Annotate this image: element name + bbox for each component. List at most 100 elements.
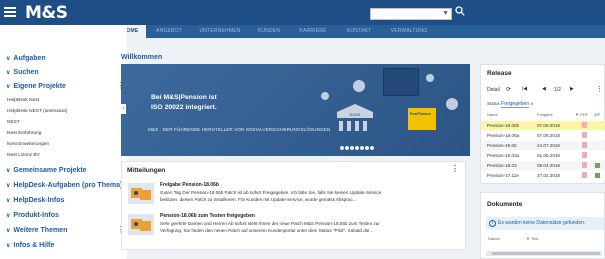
release-name: Pension-18.03 <box>487 163 517 168</box>
sidebar-item-infos-hilfe[interactable]: ∨ Infos & Hilfe <box>6 242 54 249</box>
search-icon[interactable] <box>455 6 465 16</box>
col-name[interactable]: Name <box>487 112 498 117</box>
project-item[interactable]: Nest Einführung <box>7 131 41 136</box>
next-page-icon[interactable]: ▶ <box>570 86 574 92</box>
postfinance-label: PostFinance <box>410 112 431 116</box>
menu-icon[interactable] <box>4 7 16 17</box>
release-table-header: Name Freigabe ▼ PDF ZIP <box>481 110 605 118</box>
pdf-icon[interactable] <box>582 122 587 128</box>
project-item[interactable]: Nest Lizenz BV <box>7 153 40 158</box>
release-toolbar: Detail ⟳ |◀ ◀ 1/2 ▶ ⋮ <box>486 86 603 96</box>
table-row[interactable]: Pension-18.06 24.07.2018 <box>481 141 605 150</box>
sidebar-item-eigene-projekte[interactable]: ∨ Eigene Projekte <box>6 83 66 90</box>
release-panel: Release Detail ⟳ |◀ ◀ 1/2 ▶ ⋮ Status Fre… <box>480 64 605 184</box>
banner-subline: M&S · DER FÜHRENDE HERSTELLER VON SOZIAL… <box>148 127 331 132</box>
sidebar: ∨Aufgaben ∨Suchen ∨Eigene Projekte ⋮ Hel… <box>0 25 127 259</box>
tab-kontakt[interactable]: KONTAKT <box>339 25 379 38</box>
table-row[interactable]: Pension-18.06b 07.09.2018 <box>481 121 605 130</box>
sidebar-item-aufgaben[interactable]: ∨ Aufgaben <box>6 55 46 62</box>
release-date: 07.09.2018 <box>537 123 560 128</box>
logo[interactable]: M&S <box>25 3 68 23</box>
status-select[interactable]: Freigegeben <box>501 101 530 108</box>
pdf-icon[interactable] <box>582 152 587 158</box>
more-icon[interactable]: ⋮ <box>596 85 603 93</box>
pdf-icon[interactable] <box>582 172 587 178</box>
top-bar: M&S ▼ <box>0 0 605 25</box>
table-row[interactable]: Pension-17.11e 27.02.2018 <box>481 171 605 180</box>
tab-unternehmen[interactable]: UNTERNEHMEN <box>193 25 247 38</box>
sidebar-item-helpdesk-infos[interactable]: ∨ HelpDesk-Infos <box>6 197 64 204</box>
postfinance-image: PostFinance <box>408 108 436 130</box>
pdf-icon[interactable] <box>582 132 587 138</box>
first-page-icon[interactable]: |◀ <box>522 86 527 92</box>
page-title: Willkommen <box>121 54 163 61</box>
col-pdf[interactable]: ▼ PDF <box>575 112 588 117</box>
project-item[interactable]: NEST <box>7 120 20 125</box>
release-name: Pension-18.06 <box>487 143 517 148</box>
detail-button[interactable]: Detail <box>487 87 500 93</box>
zip-icon[interactable] <box>595 163 600 168</box>
sidebar-item-weitere-themen[interactable]: ∨ Weitere Themen <box>6 227 67 234</box>
project-item[interactable]: HelpDesk NEST (antessara) <box>7 109 67 114</box>
pdf-icon[interactable] <box>582 142 587 148</box>
prev-page-icon[interactable]: ◀ <box>542 86 546 92</box>
tab-verwaltung[interactable]: VERWALTUNG <box>383 25 435 38</box>
banner-headline: Bei M&S|Pension ist <box>151 94 217 101</box>
col-titel[interactable]: ▼ Titel <box>526 236 538 241</box>
release-name: Pension-18.03a <box>487 153 520 158</box>
mitteilungen-panel: Mitteilungen ⋮ Freigabe Pension-18.06b G… <box>121 161 466 250</box>
project-item[interactable]: Nest Erweiterungen <box>7 142 49 147</box>
main-nav: HOME ANGEBOT UNTERNEHMEN KUNDEN KARRIERE… <box>115 25 605 38</box>
carousel-dots[interactable] <box>340 137 375 155</box>
chevron-down-icon: ∨ <box>6 84 11 90</box>
horizontal-scrollbar[interactable] <box>486 251 602 256</box>
message-body: besitzen, diesen Patch zu installieren. … <box>160 197 357 202</box>
message-body: Verfügung. Sie finden den neuen Patch au… <box>160 228 374 233</box>
release-date: 01.05.2018 <box>537 153 560 158</box>
chevron-down-icon: ∨ <box>6 243 11 249</box>
release-name: Pension-17.11e <box>487 173 519 178</box>
sidebar-item-produkt-infos[interactable]: ∨ Produkt-Infos <box>6 212 59 219</box>
info-icon: i <box>489 220 496 227</box>
pdf-icon[interactable] <box>582 162 587 168</box>
release-date: 07.08.2018 <box>537 133 560 138</box>
search-input[interactable]: ▼ <box>370 8 452 20</box>
table-row[interactable]: Pension-18.03 09.04.2018 <box>481 161 605 170</box>
table-row[interactable]: Pension-18.06a 07.08.2018 <box>481 131 605 140</box>
zip-icon[interactable] <box>595 173 600 178</box>
panel-title: Release <box>487 70 512 77</box>
banner-headline-2: ISO 20022 integriert. <box>151 104 217 111</box>
info-message: i Es wurden keine Datensätze gefunden. <box>486 217 604 230</box>
sidebar-item-helpdesk-aufgaben[interactable]: ∨ HelpDesk-Aufgaben (pro Thema) <box>6 182 122 189</box>
sidebar-item-label: Eigene Projekte <box>13 83 66 90</box>
chevron-down-icon: ∨ <box>6 198 11 204</box>
col-datum[interactable]: Datum <box>488 236 500 241</box>
tab-karriere[interactable]: KARRIERE <box>291 25 335 38</box>
chevron-down-icon: ∨ <box>6 70 11 76</box>
decorative-circle <box>321 92 329 100</box>
hero-banner[interactable]: ‹ Bei M&S|Pension ist ISO 20022 integrie… <box>121 64 470 156</box>
folder-icon <box>128 183 154 204</box>
carousel-prev-button[interactable]: ‹ <box>121 104 126 114</box>
message-title[interactable]: Pension-18.06b zum Testen freigegeben <box>160 213 255 219</box>
folder-icon <box>128 214 154 235</box>
scrollbar-thumb[interactable] <box>492 252 600 255</box>
sidebar-item-label: Aufgaben <box>13 55 46 62</box>
sidebar-item-suchen[interactable]: ∨ Suchen <box>6 69 39 76</box>
panel-title: Dokumente <box>487 201 523 208</box>
bank-image: BANK <box>337 104 373 136</box>
sidebar-item-label: HelpDesk-Aufgaben (pro Thema) <box>13 182 123 189</box>
tab-angebot[interactable]: ANGEBOT <box>149 25 189 38</box>
more-icon[interactable]: ⋮ <box>451 164 459 173</box>
chevron-down-icon: ∨ <box>6 168 11 174</box>
table-row[interactable]: Pension-18.03a 01.05.2018 <box>481 151 605 160</box>
project-item[interactable]: HelpDesk Nest <box>7 98 39 103</box>
tab-kunden[interactable]: KUNDEN <box>251 25 287 38</box>
message-body: Guten Tag Der Pension-18.06b Patch ist a… <box>160 190 382 195</box>
col-freigabe[interactable]: Freigabe <box>537 112 553 117</box>
message-title[interactable]: Freigabe Pension-18.06b <box>160 182 219 188</box>
col-zip[interactable]: ZIP <box>594 112 600 117</box>
refresh-icon[interactable]: ⟳ <box>506 86 511 93</box>
status-filter[interactable]: Status Freigegeben ∨ <box>487 101 534 108</box>
sidebar-item-gemeinsame-projekte[interactable]: ∨ Gemeinsame Projekte <box>6 167 87 174</box>
